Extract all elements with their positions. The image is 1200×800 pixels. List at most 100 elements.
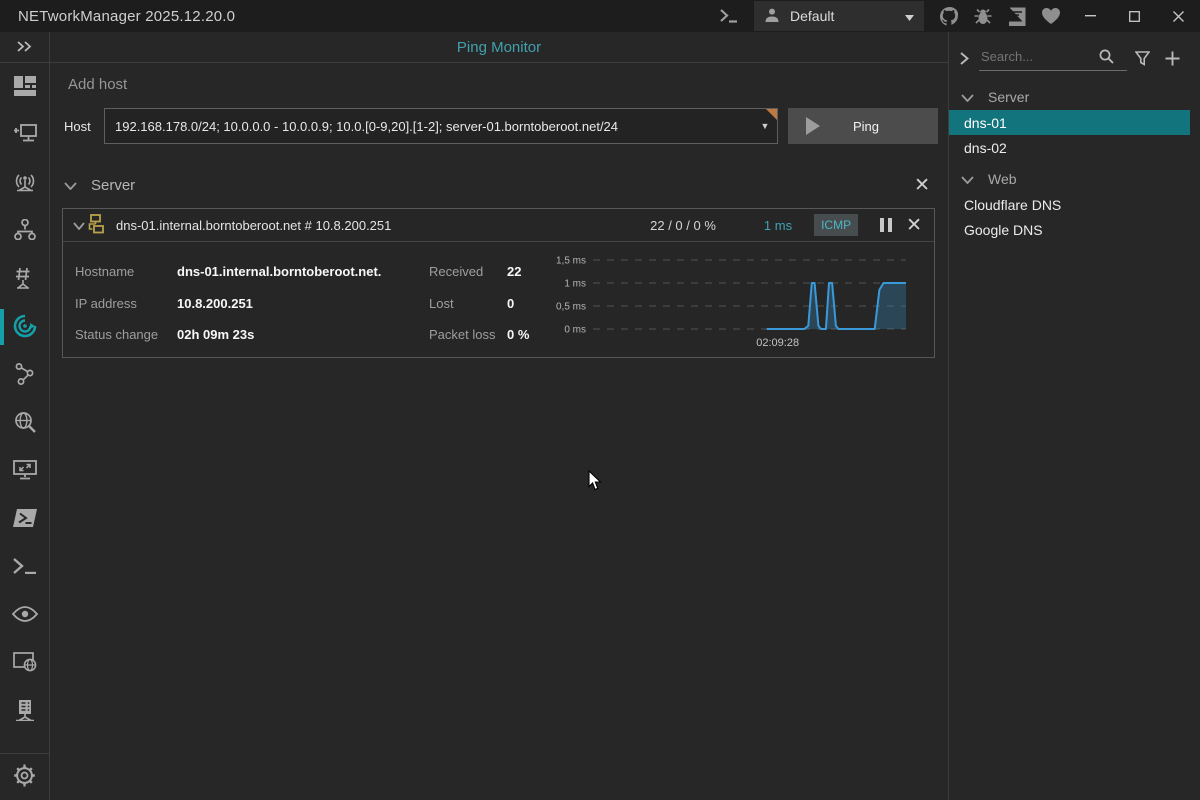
sidebar-tools bbox=[0, 63, 49, 753]
double-chevron-right-icon bbox=[17, 40, 33, 55]
host-network-status-icon bbox=[85, 214, 106, 237]
minimize-button[interactable] bbox=[1068, 0, 1112, 32]
sidebar-item-wifi[interactable] bbox=[0, 159, 49, 207]
group-close-button[interactable]: ✕ bbox=[914, 176, 930, 195]
web-console-icon bbox=[13, 652, 37, 675]
host-close-button[interactable]: ✕ bbox=[906, 216, 922, 235]
profile-group-label: Server bbox=[988, 89, 1029, 105]
transmitted-summary: 22 / 0 / 0 % bbox=[650, 218, 716, 233]
add-profile-icon[interactable] bbox=[1157, 51, 1187, 66]
app-title: NETworkManager 2025.12.20.0 bbox=[18, 8, 235, 25]
stat-value: 0 % bbox=[507, 327, 529, 342]
detail-value: dns-01.internal.borntoberoot.net. bbox=[177, 264, 381, 279]
app-window: NETworkManager 2025.12.20.0 Default bbox=[0, 0, 1200, 800]
filter-icon[interactable] bbox=[1127, 51, 1157, 66]
stat-label: Received bbox=[429, 264, 507, 279]
sidebar-item-traceroute[interactable] bbox=[0, 351, 49, 399]
group-chevron-icon bbox=[961, 90, 974, 105]
play-icon bbox=[806, 117, 820, 135]
page-title: Ping Monitor bbox=[457, 39, 541, 56]
svg-text:0,5 ms: 0,5 ms bbox=[556, 302, 586, 313]
sidebar-item-dashboard[interactable] bbox=[0, 63, 49, 111]
search-input[interactable] bbox=[979, 45, 1099, 70]
panel-collapse-chevron[interactable] bbox=[73, 218, 85, 233]
search-field[interactable] bbox=[979, 45, 1127, 71]
profile-item-label: dns-01 bbox=[964, 115, 1007, 131]
profile-item-dns-01[interactable]: dns-01 bbox=[949, 110, 1190, 135]
powershell-icon bbox=[13, 509, 37, 530]
detail-value: 02h 09m 23s bbox=[177, 327, 254, 342]
documentation-icon[interactable] bbox=[1000, 0, 1034, 32]
sidebar-item-remote-desktop[interactable] bbox=[0, 447, 49, 495]
sidebar-settings[interactable] bbox=[0, 753, 49, 800]
profiles-toolbar bbox=[949, 38, 1200, 78]
host-panel-body: Hostnamedns-01.internal.borntoberoot.net… bbox=[63, 242, 934, 357]
sidebar-item-dns-lookup[interactable] bbox=[0, 399, 49, 447]
sidebar-item-network-topology[interactable] bbox=[0, 207, 49, 255]
host-panel-title: dns-01.internal.borntoberoot.net # 10.8.… bbox=[116, 218, 391, 233]
network-interface-icon bbox=[13, 124, 37, 147]
group-collapse-chevron[interactable] bbox=[64, 178, 77, 193]
profile-item-dns-02[interactable]: dns-02 bbox=[949, 135, 1190, 160]
sponsor-heart-icon[interactable] bbox=[1034, 0, 1068, 32]
settings-gear-icon bbox=[13, 764, 36, 790]
host-input[interactable] bbox=[105, 119, 753, 134]
profile-item-google-dns[interactable]: Google DNS bbox=[949, 217, 1190, 242]
sidebar-item-putty[interactable] bbox=[0, 543, 49, 591]
group-header: Server ✕ bbox=[64, 172, 938, 198]
profile-name: Default bbox=[790, 8, 895, 24]
close-button[interactable] bbox=[1156, 0, 1200, 32]
profiles-panel: Server dns-01 dns-02 Web Cloudflare DNS … bbox=[948, 32, 1200, 800]
host-row: Host ▼ Ping bbox=[64, 108, 938, 144]
group-label: Server bbox=[91, 177, 135, 194]
ping-chart: 1,5 ms1 ms0,5 ms0 ms02:09:28 bbox=[533, 248, 933, 352]
host-panel: dns-01.internal.borntoberoot.net # 10.8.… bbox=[62, 208, 935, 358]
profile-user-icon bbox=[764, 7, 780, 26]
left-sidebar bbox=[0, 32, 50, 800]
sidebar-item-ping-monitor[interactable] bbox=[0, 303, 49, 351]
profile-group-web[interactable]: Web bbox=[949, 166, 1200, 192]
sidebar-item-clipped-tool[interactable] bbox=[0, 735, 49, 753]
topology-icon bbox=[14, 219, 36, 243]
host-panel-header: dns-01.internal.borntoberoot.net # 10.8.… bbox=[63, 209, 934, 242]
stat-value: 0 bbox=[507, 296, 514, 311]
sidebar-item-snmp[interactable] bbox=[0, 687, 49, 735]
server-rack-icon bbox=[15, 699, 35, 724]
sidebar-expand-button[interactable] bbox=[0, 32, 49, 63]
traceroute-icon bbox=[14, 363, 35, 388]
detail-label: IP address bbox=[75, 296, 177, 311]
stat-value: 22 bbox=[507, 264, 521, 279]
bug-report-icon[interactable] bbox=[966, 0, 1000, 32]
detail-value: 10.8.200.251 bbox=[177, 296, 253, 311]
panel-collapse-button[interactable] bbox=[949, 52, 979, 65]
ip-scanner-icon bbox=[15, 267, 35, 292]
profile-item-cloudflare-dns[interactable]: Cloudflare DNS bbox=[949, 192, 1190, 217]
sidebar-item-network-interface[interactable] bbox=[0, 111, 49, 159]
protocol-badge: ICMP bbox=[814, 214, 858, 236]
pause-button[interactable] bbox=[880, 218, 892, 232]
sidebar-item-tigervnc[interactable] bbox=[0, 591, 49, 639]
host-combobox[interactable]: ▼ bbox=[104, 108, 778, 144]
profile-group-server[interactable]: Server bbox=[949, 84, 1200, 110]
profile-selector[interactable]: Default bbox=[754, 1, 924, 31]
sidebar-item-ip-scanner[interactable] bbox=[0, 255, 49, 303]
github-icon[interactable] bbox=[932, 0, 966, 32]
profile-item-label: Google DNS bbox=[964, 222, 1043, 238]
run-command-icon[interactable] bbox=[712, 0, 746, 32]
profile-group-label: Web bbox=[988, 171, 1017, 187]
ping-button[interactable]: Ping bbox=[788, 108, 938, 144]
sidebar-item-powershell[interactable] bbox=[0, 495, 49, 543]
svg-text:1 ms: 1 ms bbox=[564, 279, 586, 290]
sidebar-item-web-console[interactable] bbox=[0, 639, 49, 687]
latency-value: 1 ms bbox=[764, 218, 792, 233]
main-content: Ping Monitor Add host Host ▼ Ping Server… bbox=[50, 32, 948, 800]
maximize-button[interactable] bbox=[1112, 0, 1156, 32]
svg-text:0 ms: 0 ms bbox=[564, 325, 586, 336]
host-field-label: Host bbox=[64, 119, 104, 134]
detail-label: Hostname bbox=[75, 264, 177, 279]
combobox-caret-icon[interactable]: ▼ bbox=[753, 121, 777, 131]
svg-text:1,5 ms: 1,5 ms bbox=[556, 256, 586, 267]
dns-lookup-icon bbox=[14, 411, 36, 436]
profile-item-label: dns-02 bbox=[964, 140, 1007, 156]
ping-monitor-icon bbox=[13, 314, 37, 341]
